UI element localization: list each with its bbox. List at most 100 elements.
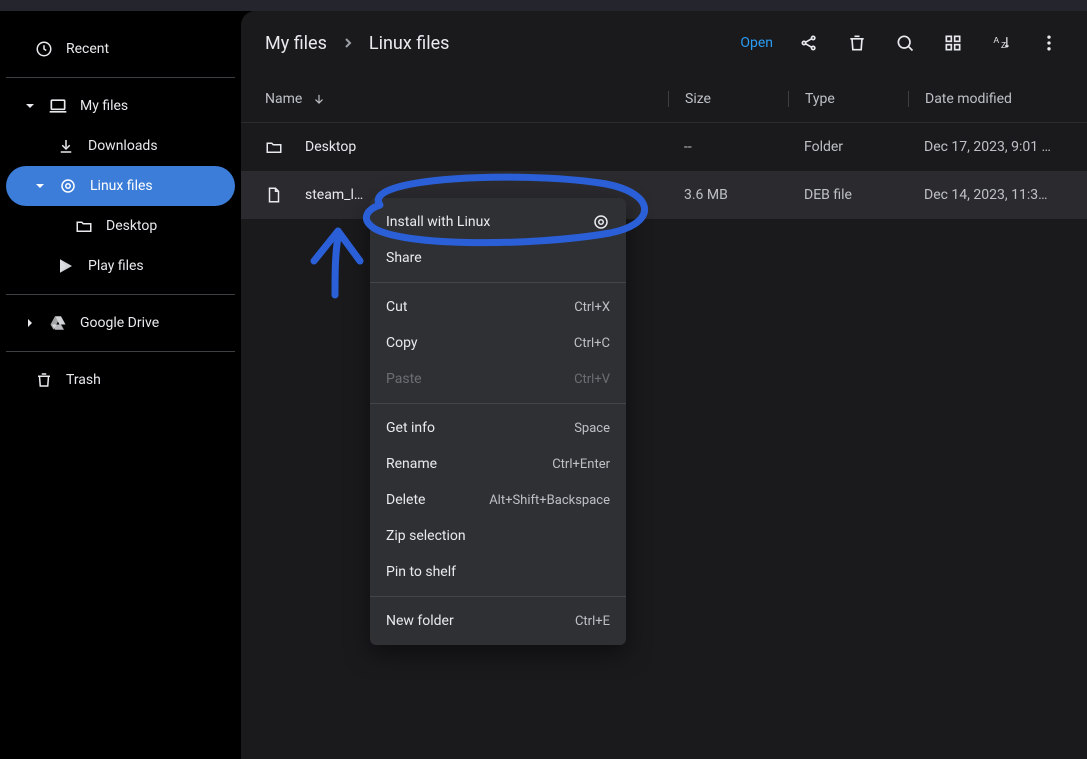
menu-pin-to-shelf[interactable]: Pin to shelf bbox=[370, 554, 626, 590]
sidebar-item-playfiles[interactable]: Play files bbox=[6, 246, 235, 286]
menu-accel: Alt+Shift+Backspace bbox=[489, 493, 610, 508]
menu-get-info[interactable]: Get info Space bbox=[370, 410, 626, 446]
grid-icon bbox=[943, 33, 963, 53]
sidebar: Recent My files Downloads Li bbox=[0, 11, 241, 759]
sidebar-item-linuxfiles[interactable]: Linux files bbox=[6, 166, 235, 206]
menu-label: Share bbox=[386, 250, 610, 266]
sidebar-item-desktop[interactable]: Desktop bbox=[6, 206, 235, 246]
menu-new-folder[interactable]: New folder Ctrl+E bbox=[370, 603, 626, 639]
column-label: Size bbox=[685, 91, 711, 107]
sort-button[interactable]: AZ bbox=[981, 23, 1021, 63]
menu-label: Get info bbox=[386, 420, 564, 436]
laptop-icon bbox=[48, 96, 68, 116]
sidebar-divider bbox=[6, 77, 235, 78]
row-size: -- bbox=[668, 139, 788, 155]
context-menu: Install with Linux Share Cut Ctrl+X Copy… bbox=[370, 198, 626, 645]
breadcrumb-root[interactable]: My files bbox=[265, 33, 327, 54]
breadcrumb: My files Linux files bbox=[265, 33, 449, 54]
sidebar-item-trash[interactable]: Trash bbox=[6, 360, 235, 400]
row-size: 3.6 MB bbox=[668, 187, 788, 203]
sidebar-item-downloads[interactable]: Downloads bbox=[6, 126, 235, 166]
row-date: Dec 17, 2023, 9:01 … bbox=[908, 139, 1063, 155]
linux-icon bbox=[58, 176, 78, 196]
sidebar-item-recent[interactable]: Recent bbox=[6, 29, 235, 69]
sort-arrow-down-icon bbox=[312, 92, 326, 106]
menu-accel: Ctrl+V bbox=[574, 372, 610, 387]
clock-icon bbox=[34, 39, 54, 59]
row-type: Folder bbox=[788, 139, 908, 155]
menu-accel: Ctrl+C bbox=[574, 336, 610, 351]
menu-accel: Ctrl+X bbox=[574, 300, 610, 315]
sidebar-item-label: Google Drive bbox=[80, 315, 223, 331]
column-name[interactable]: Name bbox=[265, 91, 668, 107]
column-size[interactable]: Size bbox=[668, 91, 788, 107]
chevron-down-icon[interactable] bbox=[34, 181, 46, 191]
drive-icon bbox=[48, 313, 68, 333]
column-type[interactable]: Type bbox=[788, 91, 908, 107]
share-icon bbox=[799, 33, 819, 53]
sidebar-item-label: Play files bbox=[88, 258, 223, 274]
svg-text:A: A bbox=[994, 35, 1000, 45]
svg-text:Z: Z bbox=[1001, 40, 1006, 50]
menu-cut[interactable]: Cut Ctrl+X bbox=[370, 289, 626, 325]
menu-accel: Ctrl+Enter bbox=[552, 457, 610, 472]
sidebar-divider bbox=[6, 294, 235, 295]
menu-label: Zip selection bbox=[386, 528, 610, 544]
search-icon bbox=[895, 33, 915, 53]
sidebar-item-myfiles[interactable]: My files bbox=[6, 86, 235, 126]
search-button[interactable] bbox=[885, 23, 925, 63]
open-button[interactable]: Open bbox=[732, 35, 781, 51]
row-name: Desktop bbox=[295, 139, 668, 155]
main-panel: My files Linux files Open bbox=[241, 11, 1087, 759]
chevron-right-icon[interactable] bbox=[24, 318, 36, 328]
trash-icon bbox=[34, 370, 54, 390]
column-label: Name bbox=[265, 91, 302, 107]
menu-accel: Space bbox=[574, 421, 610, 436]
sidebar-item-label: Recent bbox=[66, 41, 223, 57]
menu-separator bbox=[370, 403, 626, 404]
folder-icon bbox=[265, 138, 295, 156]
chevron-right-icon bbox=[343, 38, 353, 48]
sidebar-item-googledrive[interactable]: Google Drive bbox=[6, 303, 235, 343]
column-date[interactable]: Date modified bbox=[908, 91, 1063, 107]
menu-label: Paste bbox=[386, 371, 564, 387]
menu-paste: Paste Ctrl+V bbox=[370, 361, 626, 397]
sidebar-item-label: Desktop bbox=[106, 218, 223, 234]
sidebar-item-label: My files bbox=[80, 98, 223, 114]
trash-icon bbox=[847, 33, 867, 53]
table-row[interactable]: Desktop -- Folder Dec 17, 2023, 9:01 … bbox=[241, 123, 1087, 171]
more-button[interactable] bbox=[1029, 23, 1069, 63]
sort-az-icon: AZ bbox=[991, 33, 1011, 53]
menu-accel: Ctrl+E bbox=[575, 614, 610, 629]
column-label: Date modified bbox=[925, 91, 1012, 107]
file-icon bbox=[265, 186, 295, 204]
sidebar-divider bbox=[6, 351, 235, 352]
sidebar-item-label: Trash bbox=[66, 372, 223, 388]
table-header: Name Size Type Date modified bbox=[241, 75, 1087, 123]
menu-rename[interactable]: Rename Ctrl+Enter bbox=[370, 446, 626, 482]
menu-label: Rename bbox=[386, 456, 542, 472]
menu-share[interactable]: Share bbox=[370, 240, 626, 276]
menu-copy[interactable]: Copy Ctrl+C bbox=[370, 325, 626, 361]
more-vert-icon bbox=[1039, 33, 1059, 53]
menu-install-with-linux[interactable]: Install with Linux bbox=[370, 204, 626, 240]
view-toggle-button[interactable] bbox=[933, 23, 973, 63]
row-date: Dec 14, 2023, 11:3… bbox=[908, 187, 1063, 203]
menu-separator bbox=[370, 282, 626, 283]
folder-icon bbox=[74, 216, 94, 236]
menu-label: Cut bbox=[386, 299, 564, 315]
menu-delete[interactable]: Delete Alt+Shift+Backspace bbox=[370, 482, 626, 518]
menu-separator bbox=[370, 596, 626, 597]
linux-icon bbox=[592, 213, 610, 231]
breadcrumb-current[interactable]: Linux files bbox=[369, 33, 450, 54]
menu-label: Copy bbox=[386, 335, 564, 351]
menu-zip[interactable]: Zip selection bbox=[370, 518, 626, 554]
download-icon bbox=[56, 136, 76, 156]
toolbar: My files Linux files Open bbox=[241, 11, 1087, 75]
table-row[interactable]: steam_l… 3.6 MB DEB file Dec 14, 2023, 1… bbox=[241, 171, 1087, 219]
play-icon bbox=[56, 256, 76, 276]
share-button[interactable] bbox=[789, 23, 829, 63]
chevron-down-icon[interactable] bbox=[24, 101, 36, 111]
sidebar-item-label: Downloads bbox=[88, 138, 223, 154]
delete-button[interactable] bbox=[837, 23, 877, 63]
